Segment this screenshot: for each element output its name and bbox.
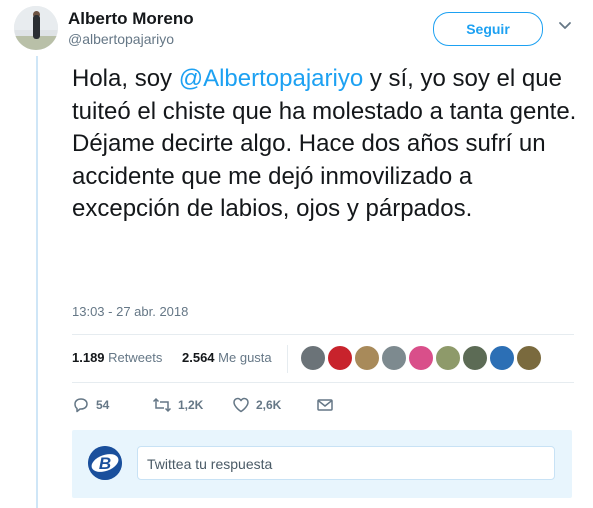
stats-separator <box>287 345 288 373</box>
author-handle[interactable]: @albertopajariyo <box>68 31 174 47</box>
reply-action[interactable]: 54 <box>72 393 109 415</box>
likes-count: 2.564 <box>182 350 215 365</box>
tweet-stats: 1.189 Retweets 2.564 Me gusta <box>72 348 272 368</box>
direct-message-action[interactable] <box>316 393 334 415</box>
retweets-count: 1.189 <box>72 350 105 365</box>
mention-link[interactable]: @Albertopajariyo <box>179 65 363 92</box>
divider <box>72 334 574 335</box>
divider <box>72 382 574 383</box>
liker-avatar-1[interactable] <box>300 345 326 371</box>
liker-avatar-4[interactable] <box>381 345 407 371</box>
liker-avatar-8[interactable] <box>489 345 515 371</box>
likes-stat[interactable]: 2.564 Me gusta <box>182 350 272 365</box>
tweet-text-prefix: Hola, soy <box>72 65 179 92</box>
mail-icon <box>317 399 333 411</box>
liker-avatar-5[interactable] <box>408 345 434 371</box>
follow-button[interactable]: Seguir <box>433 12 543 46</box>
liker-avatar-3[interactable] <box>354 345 380 371</box>
like-count: 2,6K <box>256 397 282 412</box>
liker-avatar-6[interactable] <box>435 345 461 371</box>
reply-composer: B Twittea tu respuesta <box>72 430 572 498</box>
author-avatar[interactable] <box>14 6 58 50</box>
retweet-icon <box>152 397 172 412</box>
like-action[interactable]: 2,6K <box>232 393 281 415</box>
reply-icon <box>74 398 88 413</box>
retweets-label: Retweets <box>108 350 163 365</box>
retweet-count: 1,2K <box>178 397 204 412</box>
tweet-paragraph-1: Hola, soy @Albertopajariyo y sí, yo soy … <box>72 63 582 128</box>
liker-avatar-7[interactable] <box>462 345 488 371</box>
liker-avatar-2[interactable] <box>327 345 353 371</box>
bleacher-logo-avatar: B <box>88 446 122 480</box>
thread-line <box>36 56 38 508</box>
tweet-paragraph-2: Déjame decirte algo. Hace dos años sufrí… <box>72 130 546 222</box>
tweet-timestamp[interactable]: 13:03 - 27 abr. 2018 <box>72 304 188 319</box>
author-name[interactable]: Alberto Moreno <box>68 9 194 29</box>
reply-input[interactable]: Twittea tu respuesta <box>137 446 555 480</box>
retweet-action[interactable]: 1,2K <box>152 393 203 415</box>
heart-icon <box>233 397 249 413</box>
liker-avatar-9[interactable] <box>516 345 542 371</box>
retweets-stat[interactable]: 1.189 Retweets <box>72 350 162 365</box>
likes-label: Me gusta <box>218 350 272 365</box>
svg-text:B: B <box>99 454 111 473</box>
tweet-text: Hola, soy @Albertopajariyo y sí, yo soy … <box>72 63 582 226</box>
chevron-down-icon[interactable] <box>556 16 574 34</box>
reply-count: 54 <box>96 397 110 412</box>
